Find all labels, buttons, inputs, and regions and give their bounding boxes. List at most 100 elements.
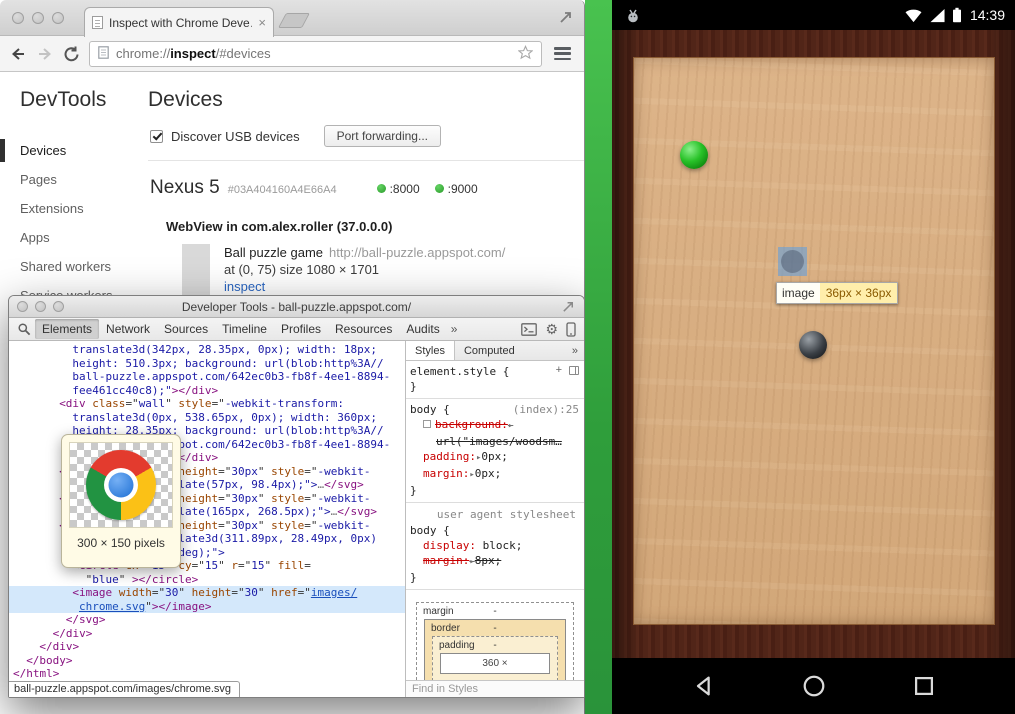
property-margin-ua[interactable]: margin:8px; — [410, 553, 582, 570]
zoom-window-button[interactable] — [53, 301, 64, 312]
code-token: href — [265, 586, 298, 599]
code-token: =" — [304, 492, 317, 505]
devtools-tab-audits[interactable]: Audits — [399, 319, 446, 339]
discover-usb-checkbox[interactable] — [150, 130, 163, 143]
code-line[interactable]: </div> — [9, 640, 405, 654]
new-tab-button[interactable] — [278, 13, 310, 28]
android-status-bar: 14:39 — [612, 0, 1015, 30]
rule-source-link[interactable]: (index):25 — [513, 402, 579, 417]
minimize-window-button[interactable] — [35, 301, 46, 312]
tab-styles[interactable]: Styles — [406, 341, 455, 360]
devtools-tab-timeline[interactable]: Timeline — [215, 319, 274, 339]
selected-code-line[interactable]: chrome.svg"></image> — [9, 600, 405, 614]
dark-ball[interactable] — [799, 331, 827, 359]
port-list: :8000:9000 — [377, 182, 478, 196]
code-line[interactable]: </body> — [9, 654, 405, 668]
devtools-tab-sources[interactable]: Sources — [157, 319, 215, 339]
close-window-button[interactable] — [12, 12, 24, 24]
wifi-icon — [904, 8, 923, 23]
devtools-tab-elements[interactable]: Elements — [35, 319, 99, 339]
sidebar-item-extensions[interactable]: Extensions — [0, 194, 148, 223]
expand-icon[interactable] — [557, 8, 575, 26]
find-in-styles-input[interactable]: Find in Styles — [406, 680, 584, 697]
back-button[interactable] — [8, 44, 28, 64]
image-dimensions-caption: 300 × 150 pixels — [69, 536, 173, 550]
webview-info: Ball puzzle gamehttp://ball-puzzle.appsp… — [224, 244, 505, 298]
recents-nav-button[interactable] — [910, 672, 938, 700]
code-line[interactable]: </html> — [9, 667, 405, 681]
code-token: = — [304, 559, 311, 572]
home-nav-button[interactable] — [800, 672, 828, 700]
inspect-element-icon[interactable] — [17, 322, 31, 336]
code-token: -webkit- — [318, 492, 371, 505]
back-nav-button[interactable] — [690, 672, 718, 700]
code-token: =" — [152, 586, 165, 599]
tab-favicon-icon — [92, 16, 103, 29]
box-model-diagram: margin - border - padding - 360 × — [406, 590, 584, 680]
property-margin[interactable]: margin:0px; — [410, 466, 582, 483]
settings-gear-icon[interactable]: ⚙ — [545, 322, 558, 336]
green-ball[interactable] — [680, 141, 708, 169]
styles-overflow-chevron[interactable]: » — [566, 345, 584, 357]
code-line[interactable]: <div class="wall" style="-webkit-transfo… — [9, 397, 405, 411]
style-pane-toggle-icon[interactable] — [569, 366, 579, 375]
code-token: " — [145, 600, 152, 613]
url-host: inspect — [170, 46, 216, 61]
user-agent-label: user agent stylesheet — [410, 506, 582, 523]
property-background[interactable]: background: — [410, 417, 582, 434]
inspect-highlight-overlay — [778, 247, 807, 276]
property-padding[interactable]: padding:0px; — [410, 449, 582, 466]
discover-usb-row: Discover USB devices Port forwarding... — [148, 125, 584, 161]
box-model-content[interactable]: 360 × — [440, 653, 550, 674]
expand-icon[interactable] — [561, 299, 577, 315]
sidebar-item-apps[interactable]: Apps — [0, 223, 148, 252]
minimize-window-button[interactable] — [32, 12, 44, 24]
inspect-link[interactable]: inspect — [224, 278, 505, 295]
code-line[interactable]: translate3d(342px, 28.35px, 0px); width:… — [9, 343, 405, 357]
code-token: ball-puzzle.appspot.com/642ec0b3-fb8f-4e… — [72, 370, 390, 383]
zoom-window-button[interactable] — [52, 12, 64, 24]
device-mode-icon[interactable] — [566, 322, 576, 337]
code-link[interactable]: chrome.svg — [79, 600, 145, 613]
reload-button[interactable] — [62, 44, 82, 64]
console-drawer-icon[interactable] — [521, 323, 537, 336]
code-line[interactable]: height: 510.3px; background: url(blob:ht… — [9, 357, 405, 371]
expand-arrow-icon[interactable] — [508, 421, 513, 431]
box-model-padding[interactable]: padding - 360 × — [432, 636, 558, 680]
code-line[interactable]: fee461cc40c8);"></div> — [9, 384, 405, 398]
code-token: =" — [218, 519, 231, 532]
port-forwarding-button[interactable]: Port forwarding... — [324, 125, 441, 147]
code-line[interactable]: translate3d(0px, 538.65px, 0px); width: … — [9, 411, 405, 425]
devtools-tab-network[interactable]: Network — [99, 319, 157, 339]
devtools-tab-list: ElementsNetworkSourcesTimelineProfilesRe… — [35, 319, 447, 339]
browser-tab[interactable]: Inspect with Chrome Deve… × — [84, 7, 274, 37]
property-display[interactable]: display: block; — [410, 538, 582, 553]
code-token: =" — [192, 559, 205, 572]
code-token: ></circle> — [132, 573, 198, 586]
selected-code-line[interactable]: <image width="30" height="30" href="imag… — [9, 586, 405, 600]
code-line[interactable]: </svg> — [9, 613, 405, 627]
close-window-button[interactable] — [17, 301, 28, 312]
box-model-border[interactable]: border - padding - 360 × — [424, 619, 566, 680]
bookmark-star-icon[interactable] — [518, 45, 533, 63]
property-checkbox[interactable] — [423, 420, 431, 428]
address-bar[interactable]: chrome://inspect/#devices — [89, 41, 542, 67]
new-style-rule-button[interactable]: + — [556, 364, 562, 376]
code-link[interactable]: images/ — [311, 586, 357, 599]
code-line[interactable]: "blue" ></circle> — [9, 573, 405, 587]
tab-close-icon[interactable]: × — [258, 16, 266, 29]
code-line[interactable]: </div> — [9, 627, 405, 641]
devtools-tab-resources[interactable]: Resources — [328, 319, 399, 339]
tooltip-tag-name: image — [777, 283, 820, 303]
box-model-margin[interactable]: margin - border - padding - 360 × — [416, 602, 574, 680]
sidebar-item-pages[interactable]: Pages — [0, 165, 148, 194]
tab-computed[interactable]: Computed — [455, 341, 524, 360]
tabs-overflow-chevron[interactable]: » — [447, 322, 462, 336]
code-token: =" — [304, 519, 317, 532]
sidebar-item-devices[interactable]: Devices — [0, 136, 148, 165]
sidebar-item-shared-workers[interactable]: Shared workers — [0, 252, 148, 281]
menu-icon[interactable] — [554, 47, 571, 60]
forward-button[interactable] — [35, 44, 55, 64]
devtools-tab-profiles[interactable]: Profiles — [274, 319, 328, 339]
code-line[interactable]: ball-puzzle.appspot.com/642ec0b3-fb8f-4e… — [9, 370, 405, 384]
